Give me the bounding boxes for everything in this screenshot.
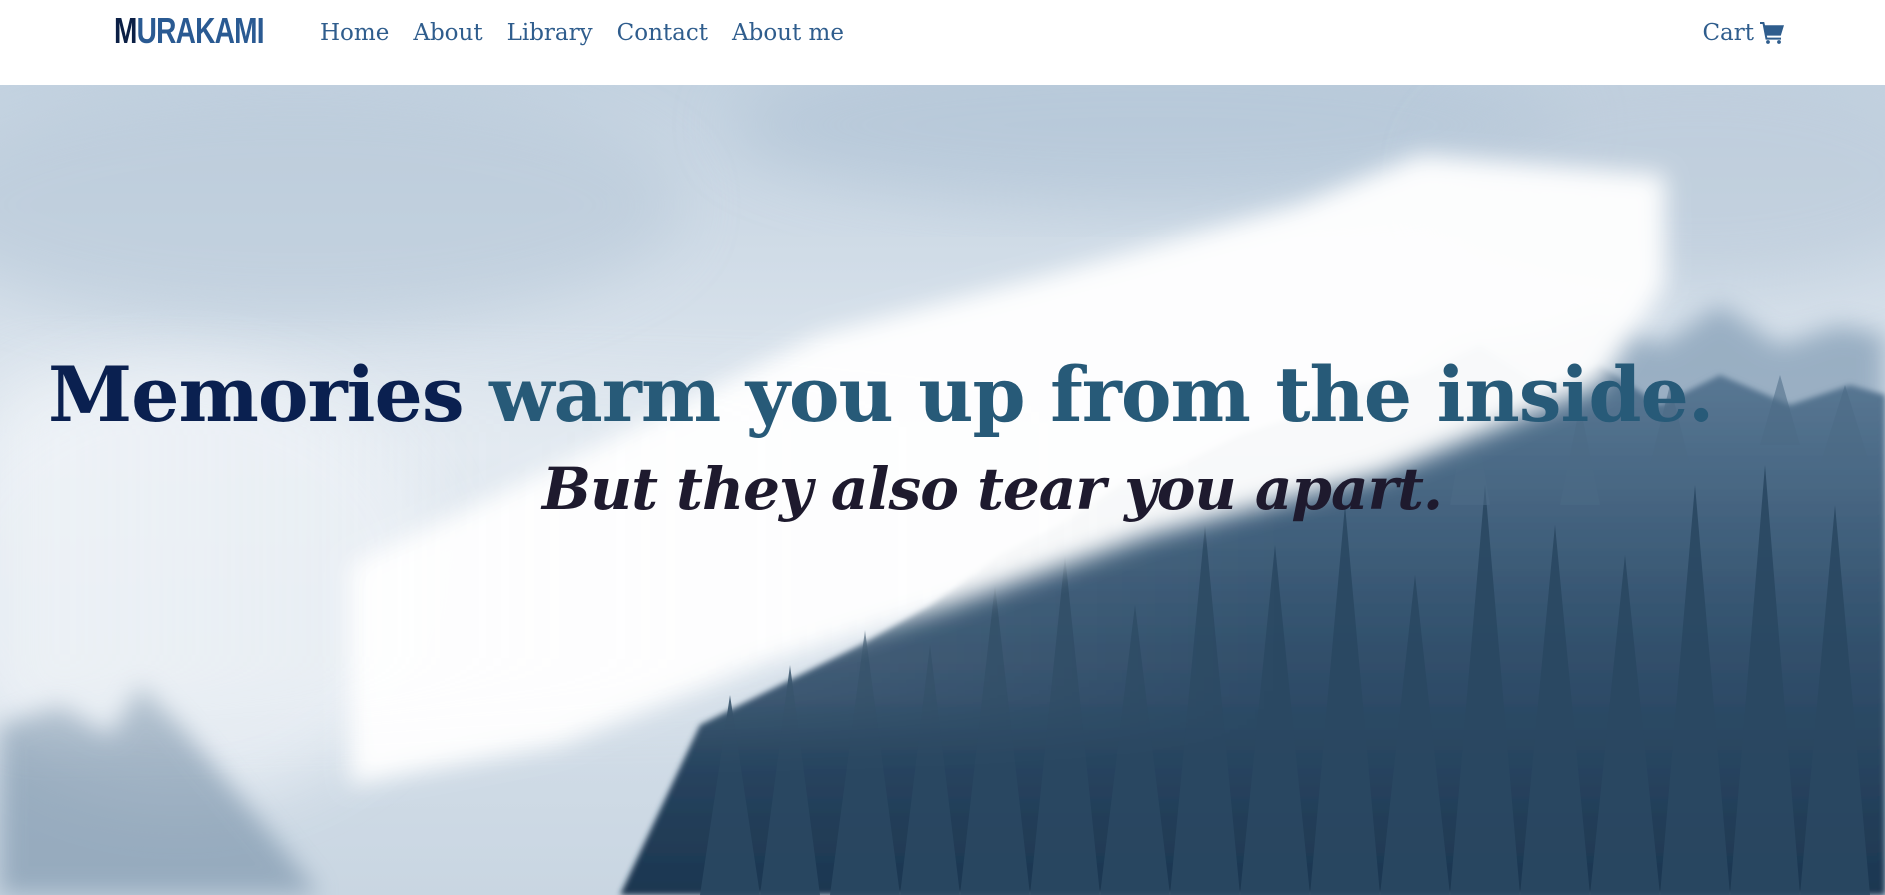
nav-link-about[interactable]: About [413, 14, 482, 52]
hero-subline: But they also tear you apart. [542, 455, 1443, 523]
shopping-cart-icon [1760, 22, 1784, 44]
nav-link-library[interactable]: Library [507, 14, 593, 52]
nav-link-about-me[interactable]: About me [732, 14, 844, 52]
logo-initial: M [114, 10, 137, 51]
top-navbar: MURAKAMI Home About Library Contact Abou… [0, 0, 1885, 85]
nav-link-contact[interactable]: Contact [617, 14, 708, 52]
main-nav: Home About Library Contact About me [320, 14, 868, 52]
cart-button[interactable]: Cart [1702, 14, 1784, 52]
brand-logo[interactable]: MURAKAMI [114, 8, 265, 54]
nav-link-home[interactable]: Home [320, 14, 389, 52]
headline-part-2: warm you up from the inside. [489, 350, 1714, 439]
cart-label: Cart [1702, 20, 1754, 46]
headline-part-1: Memories [48, 350, 465, 439]
logo-text: URAKAMI [136, 10, 265, 51]
hero-section: Memories warm you up from the inside. Bu… [0, 85, 1885, 895]
hero-headline: Memories warm you up from the inside. [48, 347, 1714, 443]
